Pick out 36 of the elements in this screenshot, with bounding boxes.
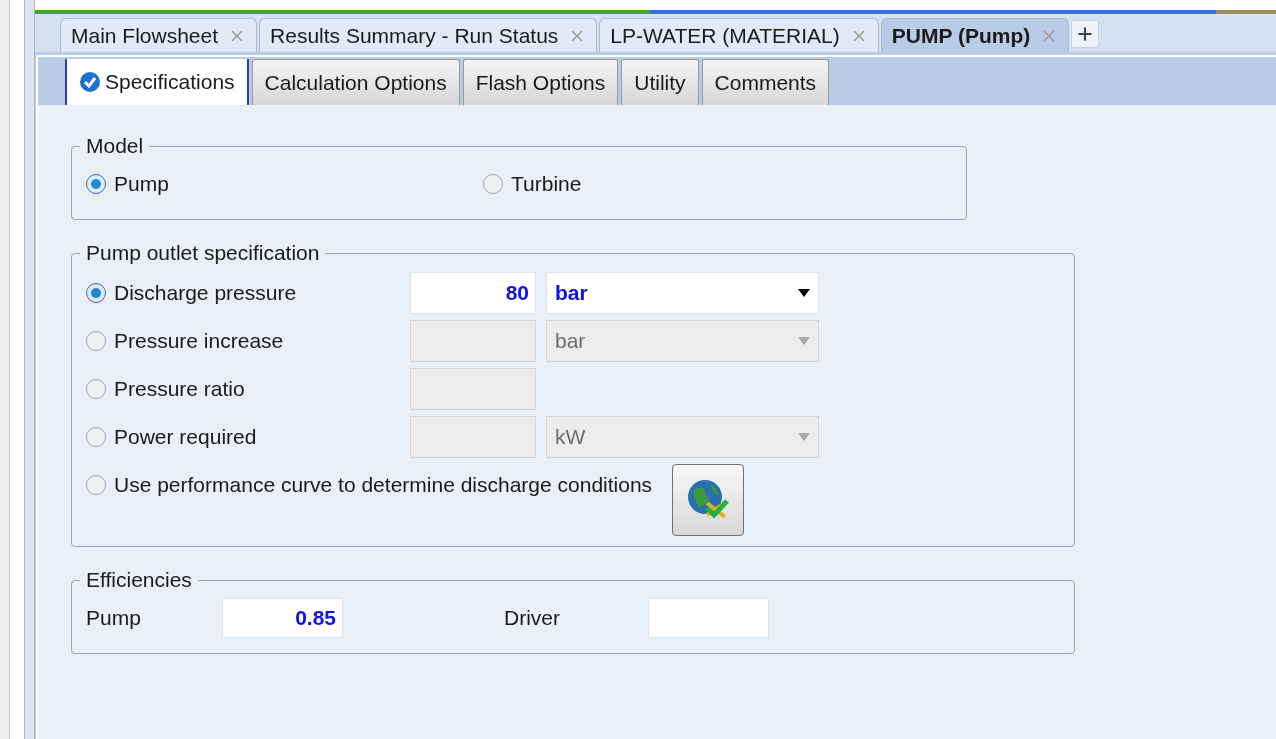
dropdown-arrow-icon	[798, 337, 810, 345]
field-label: Driver	[504, 605, 561, 632]
field-label: Pump	[86, 605, 142, 632]
splitter-bar[interactable]	[24, 0, 35, 739]
document-tab[interactable]: PUMP (Pump)	[880, 18, 1070, 52]
radio-button[interactable]	[86, 174, 106, 194]
check-circle-icon	[79, 71, 101, 93]
section-tab[interactable]: Calculation Options	[251, 59, 460, 105]
option-label: Turbine	[511, 171, 582, 198]
section-tab[interactable]: Comments	[701, 59, 830, 105]
option-label: Pressure increase	[114, 328, 285, 355]
option-label: Discharge pressure	[114, 280, 298, 307]
new-tab-button[interactable]	[1071, 20, 1100, 48]
option-label: Power required	[114, 424, 258, 451]
document-tab[interactable]: Results Summary - Run Status	[259, 18, 598, 52]
dropdown-arrow-icon	[798, 289, 810, 297]
group-title: Pump outlet specification	[85, 240, 321, 266]
group-title: Efficiencies	[85, 567, 193, 593]
radio-button[interactable]	[86, 283, 106, 303]
radio-button[interactable]	[86, 475, 106, 495]
radio-button[interactable]	[483, 174, 503, 194]
section-tab[interactable]: Specifications	[65, 59, 249, 105]
unit-dropdown[interactable]: bar	[546, 272, 819, 314]
option-label: Use performance curve to determine discharge conditions	[114, 472, 653, 499]
section-tab[interactable]: Utility	[621, 59, 699, 105]
efficiency-field[interactable]	[648, 598, 769, 638]
option-label: Pump	[114, 171, 169, 198]
performance-curve-button[interactable]	[672, 464, 745, 536]
section-tab[interactable]: Flash Options	[462, 59, 619, 105]
document-tab[interactable]: Main Flowsheet	[60, 18, 258, 52]
value-field[interactable]: 80	[410, 272, 536, 314]
dropdown-arrow-icon	[798, 433, 810, 441]
option-label: Pressure ratio	[114, 376, 246, 403]
efficiency-field[interactable]: 0.85	[222, 598, 343, 638]
document-tab[interactable]: LP-WATER (MATERIAL)	[599, 18, 879, 52]
group-title: Model	[85, 133, 145, 159]
